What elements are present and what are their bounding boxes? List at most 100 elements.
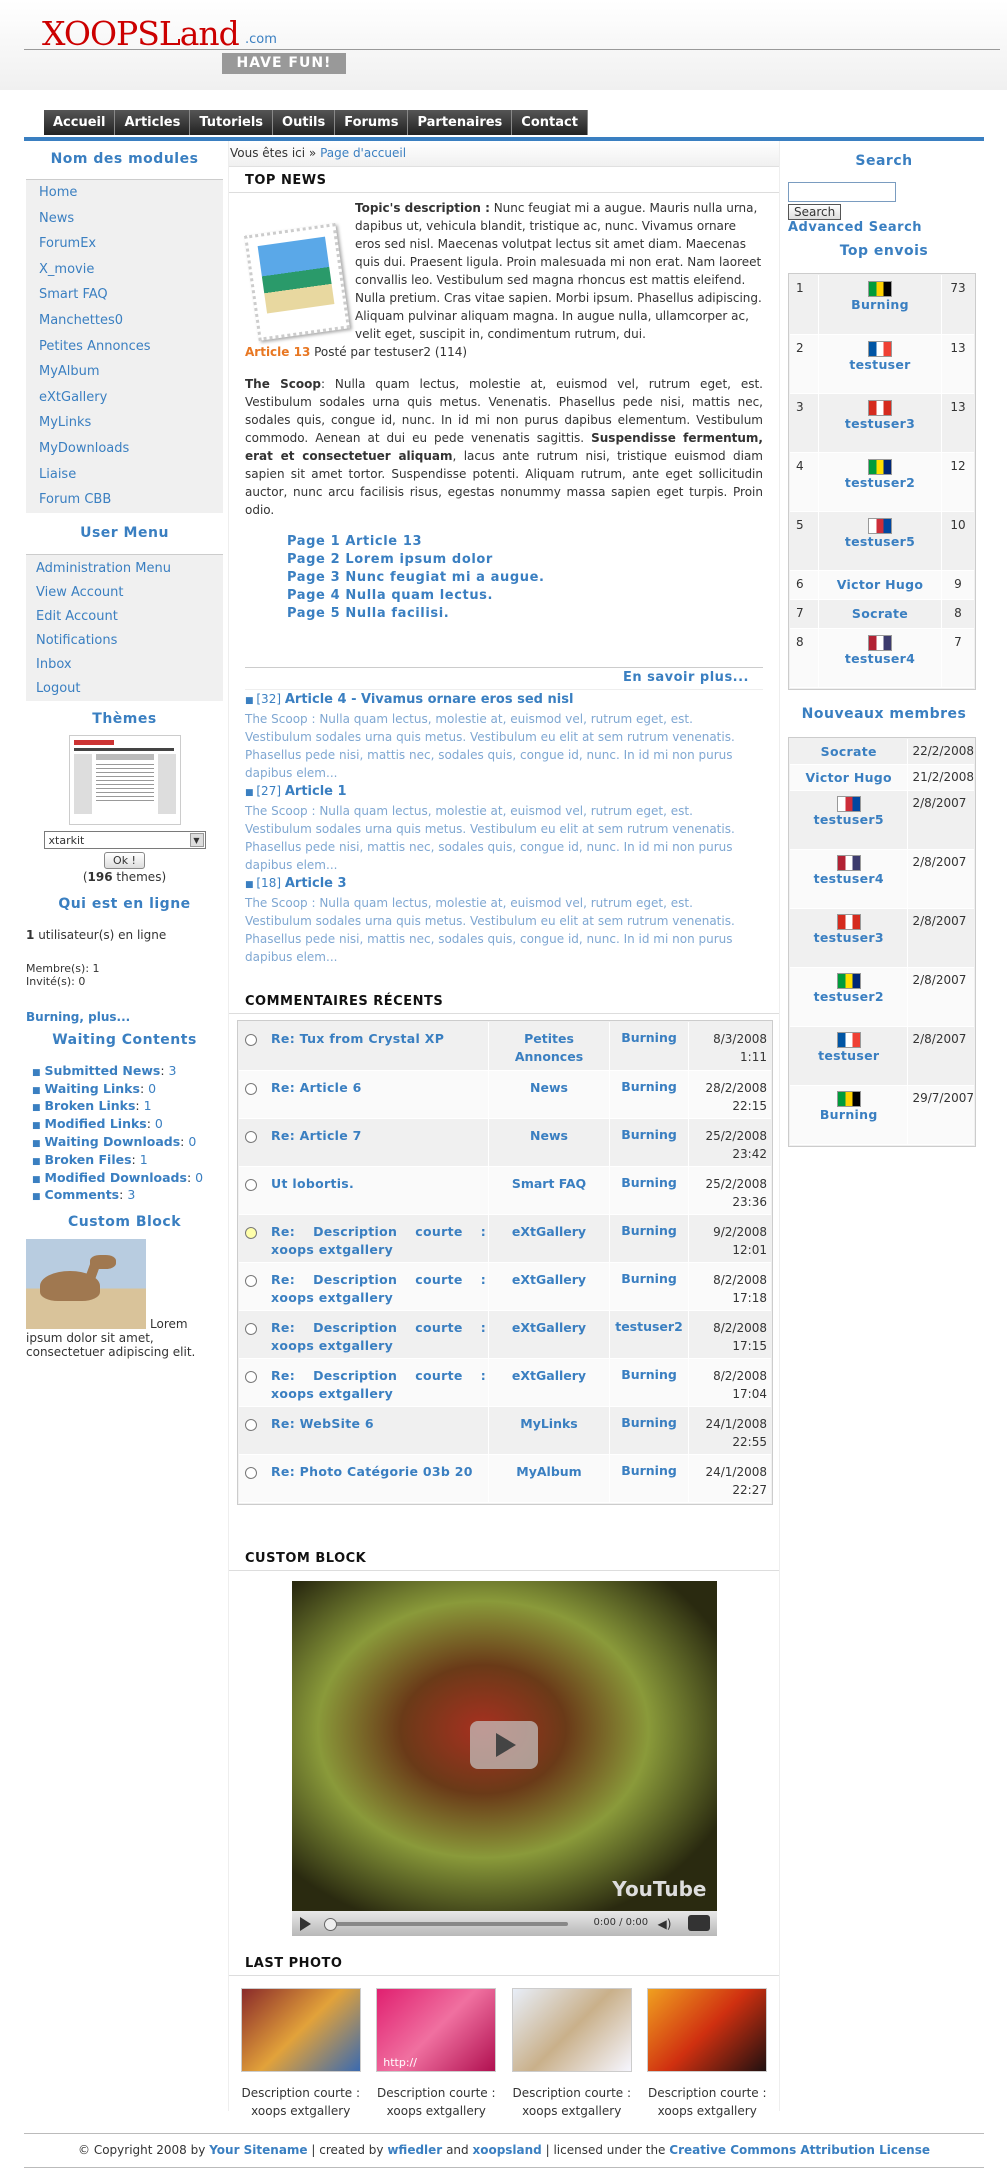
module-link[interactable]: Home <box>26 180 223 206</box>
top-poster-name-link[interactable]: Victor Hugo <box>837 577 923 592</box>
comment-user-link[interactable]: Burning <box>609 1358 689 1406</box>
search-button[interactable]: Search <box>788 204 842 220</box>
article-label[interactable]: Article 13 <box>245 345 310 359</box>
top-poster-name-link[interactable]: testuser5 <box>845 534 915 549</box>
top-poster-name-link[interactable]: testuser <box>849 357 910 372</box>
comment-user-link[interactable]: Burning <box>609 1262 689 1310</box>
comment-user-link[interactable]: Burning <box>609 1070 689 1118</box>
module-link[interactable]: Smart FAQ <box>26 282 223 308</box>
comment-user-link[interactable]: Burning <box>609 1022 689 1070</box>
comment-user-link[interactable]: Burning <box>609 1118 689 1166</box>
comment-user-link[interactable]: Burning <box>609 1214 689 1262</box>
comment-module-link[interactable]: News <box>488 1118 610 1166</box>
top-poster-name-link[interactable]: Socrate <box>852 606 908 621</box>
module-link[interactable]: MyAlbum <box>26 359 223 385</box>
module-link[interactable]: Forum CBB <box>26 487 223 513</box>
footer-sitename-link[interactable]: Your Sitename <box>209 2143 307 2157</box>
comment-title-link[interactable]: Re: WebSite 6 <box>271 1406 489 1454</box>
comment-title-link[interactable]: Re: Tux from Crystal XP <box>271 1022 489 1070</box>
top-poster-name-link[interactable]: testuser4 <box>845 651 915 666</box>
new-member-name-link[interactable]: testuser2 <box>814 989 884 1004</box>
play-control-icon[interactable] <box>299 1916 311 1931</box>
search-input[interactable] <box>788 182 896 202</box>
news-title-link[interactable]: Article 4 - Vivamus ornare eros sed nisl <box>285 692 574 707</box>
comment-module-link[interactable]: News <box>488 1070 610 1118</box>
comment-module-link[interactable]: eXtGallery <box>488 1262 610 1310</box>
comment-title-link[interactable]: Re: Article 7 <box>271 1118 489 1166</box>
nav-item-partenaires[interactable]: Partenaires <box>408 110 513 135</box>
waiting-item[interactable]: ■ Modified Links: 0 <box>32 1115 223 1133</box>
waiting-label[interactable]: Waiting Downloads <box>45 1134 181 1149</box>
theme-select[interactable]: xtarkit ▼ <box>43 830 206 849</box>
comment-user-link[interactable]: Burning <box>609 1166 689 1214</box>
comment-module-link[interactable]: eXtGallery <box>488 1214 610 1262</box>
page-link[interactable]: Page 4 Nulla quam lectus. <box>287 587 763 605</box>
news-title-link[interactable]: Article 3 <box>285 876 347 891</box>
user-menu-link[interactable]: Inbox <box>26 653 223 677</box>
top-poster-name-link[interactable]: testuser3 <box>845 416 915 431</box>
page-link[interactable]: Page 3 Nunc feugiat mi a augue. <box>287 569 763 587</box>
advanced-search-link[interactable]: Advanced Search <box>788 220 980 235</box>
waiting-label[interactable]: Waiting Links <box>45 1081 140 1096</box>
comment-module-link[interactable]: MyLinks <box>488 1406 610 1454</box>
module-link[interactable]: ForumEx <box>26 231 223 257</box>
comment-user-link[interactable]: testuser2 <box>609 1310 689 1358</box>
fullscreen-icon[interactable] <box>687 1914 710 1931</box>
waiting-item[interactable]: ■ Broken Files: 1 <box>32 1151 223 1169</box>
user-menu-link[interactable]: Edit Account <box>26 605 223 629</box>
nav-item-contact[interactable]: Contact <box>512 110 588 135</box>
comment-module-link[interactable]: eXtGallery <box>488 1358 610 1406</box>
comment-title-link[interactable]: Re: Article 6 <box>271 1070 489 1118</box>
module-link[interactable]: Petites Annonces <box>26 334 223 360</box>
new-member-name-link[interactable]: testuser5 <box>814 812 884 827</box>
nav-item-forums[interactable]: Forums <box>335 110 409 135</box>
waiting-item[interactable]: ■ Waiting Links: 0 <box>32 1080 223 1098</box>
comment-title-link[interactable]: Re: Description courte : xoops extgaller… <box>271 1214 489 1262</box>
nav-item-accueil[interactable]: Accueil <box>44 110 116 135</box>
nav-item-articles[interactable]: Articles <box>115 110 191 135</box>
waiting-label[interactable]: Modified Downloads <box>45 1170 187 1185</box>
user-menu-link[interactable]: Notifications <box>26 629 223 653</box>
breadcrumb-home-link[interactable]: Page d'accueil <box>320 146 406 160</box>
news-title-link[interactable]: Article 1 <box>285 784 347 799</box>
new-member-name-link[interactable]: Burning <box>820 1107 878 1122</box>
top-poster-name-link[interactable]: testuser2 <box>845 475 915 490</box>
comment-module-link[interactable]: Petites Annonces <box>488 1022 610 1070</box>
waiting-label[interactable]: Broken Files <box>45 1152 132 1167</box>
comment-title-link[interactable]: Re: Description courte : xoops extgaller… <box>271 1262 489 1310</box>
nav-item-tutoriels[interactable]: Tutoriels <box>190 110 274 135</box>
site-logo[interactable]: XOOPSLand <box>42 14 240 53</box>
waiting-item[interactable]: ■ Submitted News: 3 <box>32 1062 223 1080</box>
more-link[interactable]: En savoir plus... <box>623 670 749 685</box>
module-link[interactable]: Manchettes0 <box>26 308 223 334</box>
seek-handle[interactable] <box>323 1917 337 1931</box>
photo-thumbnail[interactable] <box>511 1987 632 2072</box>
new-member-name-link[interactable]: testuser <box>818 1048 879 1063</box>
footer-author2-link[interactable]: xoopsland <box>472 2143 541 2157</box>
module-link[interactable]: X_movie <box>26 257 223 283</box>
comment-module-link[interactable]: Smart FAQ <box>488 1166 610 1214</box>
page-link[interactable]: Page 1 Article 13 <box>287 533 763 551</box>
new-member-name-link[interactable]: testuser3 <box>814 930 884 945</box>
user-menu-link[interactable]: Administration Menu <box>26 557 223 581</box>
waiting-label[interactable]: Comments <box>45 1187 120 1202</box>
user-menu-link[interactable]: Logout <box>26 677 223 701</box>
module-link[interactable]: MyLinks <box>26 410 223 436</box>
waiting-item[interactable]: ■ Comments: 3 <box>32 1186 223 1204</box>
module-link[interactable]: MyDownloads <box>26 436 223 462</box>
waiting-item[interactable]: ■ Modified Downloads: 0 <box>32 1169 223 1187</box>
user-menu-link[interactable]: View Account <box>26 581 223 605</box>
footer-author1-link[interactable]: wfiedler <box>387 2143 442 2157</box>
video-player[interactable]: YouTube 0:00 / 0:00 ◀) <box>291 1580 717 1936</box>
page-link[interactable]: Page 2 Lorem ipsum dolor <box>287 551 763 569</box>
waiting-item[interactable]: ■ Broken Links: 1 <box>32 1097 223 1115</box>
photo-thumbnail[interactable] <box>240 1987 361 2072</box>
comment-user-link[interactable]: Burning <box>609 1454 689 1502</box>
comment-title-link[interactable]: Re: Description courte : xoops extgaller… <box>271 1310 489 1358</box>
comment-user-link[interactable]: Burning <box>609 1406 689 1454</box>
online-users-link[interactable]: Burning, plus... <box>26 1010 223 1024</box>
comment-title-link[interactable]: Re: Description courte : xoops extgaller… <box>271 1358 489 1406</box>
photo-thumbnail[interactable] <box>647 1987 768 2072</box>
module-link[interactable]: eXtGallery <box>26 385 223 411</box>
comment-title-link[interactable]: Ut lobortis. <box>271 1166 489 1214</box>
